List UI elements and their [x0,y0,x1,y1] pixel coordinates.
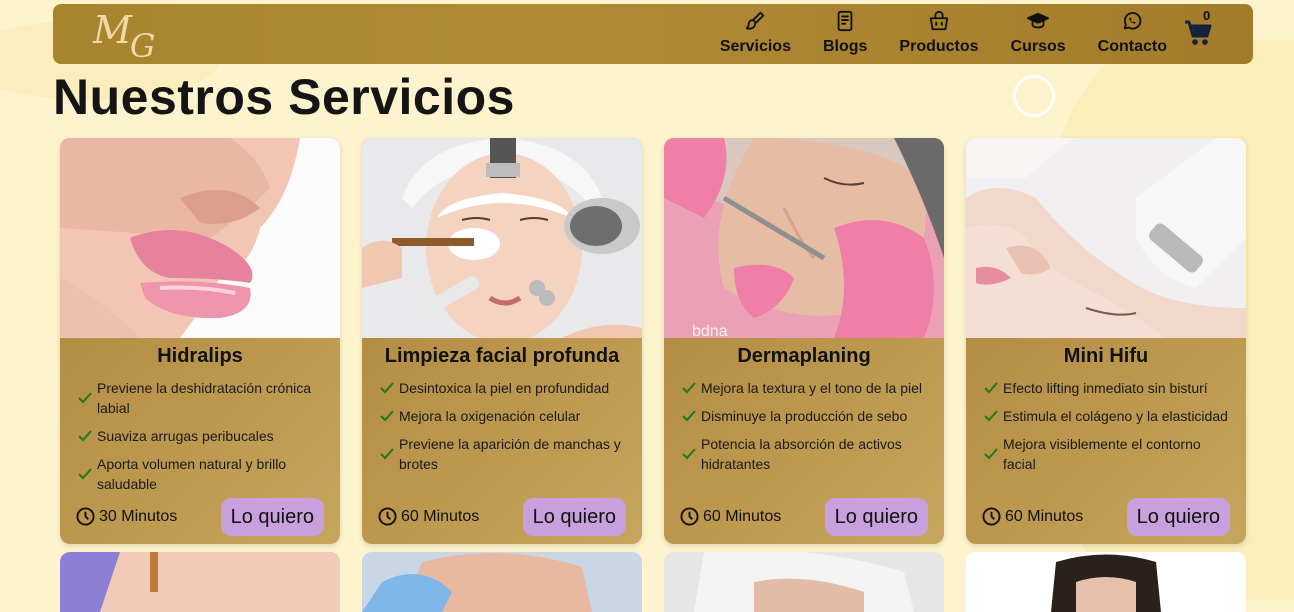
logo-letter-g: G [129,27,158,65]
clock-icon [982,507,1001,526]
service-title: Hidralips [157,345,243,367]
benefit-text: Disminuye la producción de sebo [701,408,908,424]
check-icon [682,410,696,422]
benefit-item: Previene la aparición de manchas y brote… [380,434,626,474]
benefit-item: Mejora la textura y el tono de la piel [682,378,928,398]
check-icon [78,468,92,480]
benefit-item: Mejora visiblemente el contorno facial [984,434,1230,474]
nav-item-blogs[interactable]: Blogs [823,10,867,56]
duration-text: 60 Minutos [703,507,782,525]
lo-quiero-button[interactable]: Lo quiero [522,498,626,536]
check-icon [78,430,92,442]
clock-icon [76,507,95,526]
service-card-partial [966,552,1246,612]
check-icon [984,382,998,394]
service-image-mini-hifu [966,138,1246,338]
nav-label: Productos [899,38,979,55]
service-title: Limpieza facial profunda [384,345,620,367]
navbar: MG Servicios Blogs Productos Cursos Cont… [53,4,1253,65]
benefit-text: Efecto lifting inmediato sin bisturí [1003,380,1208,396]
check-icon [984,448,998,460]
clock-icon [378,507,397,526]
benefit-text: Suaviza arrugas peribucales [97,428,274,444]
decorative-ring [1013,75,1055,117]
duration: 60 Minutos [378,507,479,526]
service-card-dermaplaning: bdna Dermaplaning Mejora la textura y el… [664,138,944,544]
nav-label: Blogs [822,38,868,55]
check-icon [984,410,998,422]
benefit-text: Estimula el colágeno y la elasticidad [1003,408,1228,424]
benefit-list: Efecto lifting inmediato sin bisturí Est… [966,378,1246,474]
check-icon [380,448,394,460]
benefit-text: Mejora la textura y el tono de la piel [701,380,923,396]
check-icon [682,448,696,460]
nav-item-productos[interactable]: Productos [899,10,979,56]
benefit-item: Potencia la absorción de activos hidrata… [682,434,928,474]
cart-button[interactable] [1184,18,1212,53]
benefit-text: Potencia la absorción de activos hidrata… [701,436,902,472]
benefit-item: Disminuye la producción de sebo [682,406,928,426]
service-title: Dermaplaning [737,345,871,367]
duration: 60 Minutos [982,507,1083,526]
graduation-cap-icon [1027,12,1050,29]
bag-icon [929,10,949,31]
services-grid-row-2 [60,552,1246,612]
service-card-limpieza-facial: Limpieza facial profunda Desintoxica la … [362,138,642,544]
benefit-list: Mejora la textura y el tono de la piel D… [664,378,944,474]
nav-label: Cursos [1010,38,1066,55]
benefit-item: Aporta volumen natural y brillo saludabl… [78,454,324,494]
logo[interactable]: MG [93,8,161,65]
service-card-mini-hifu: Mini Hifu Efecto lifting inmediato sin b… [966,138,1246,544]
duration-text: 60 Minutos [401,507,480,525]
benefit-text: Mejora visiblemente el contorno facial [1003,436,1201,472]
duration-text: 30 Minutos [99,507,178,525]
service-title: Mini Hifu [1063,345,1149,367]
benefit-text: Previene la aparición de manchas y brote… [399,436,621,472]
brush-icon [746,11,765,30]
nav-item-cursos[interactable]: Cursos [1011,10,1066,56]
benefit-item: Suaviza arrugas peribucales [78,426,324,446]
service-image-facial-cleansing [362,138,642,338]
service-card-partial [362,552,642,612]
benefit-list: Desintoxica la piel en profundidad Mejor… [362,378,642,474]
logo-letter-m: M [93,8,134,52]
check-icon [380,382,394,394]
nav-label: Servicios [719,38,791,55]
nav-item-servicios[interactable]: Servicios [720,10,791,56]
svg-text:bdna: bdna [692,323,728,338]
check-icon [78,392,92,404]
service-card-partial [664,552,944,612]
book-icon [837,10,853,32]
service-card-partial [60,552,340,612]
benefit-item: Previene la deshidratación crónica labia… [78,378,324,418]
check-icon [380,410,394,422]
benefit-text: Previene la deshidratación crónica labia… [97,380,312,416]
benefit-item: Desintoxica la piel en profundidad [380,378,626,398]
clock-icon [680,507,699,526]
lo-quiero-button[interactable]: Lo quiero [824,498,928,536]
benefit-item: Efecto lifting inmediato sin bisturí [984,378,1230,398]
benefit-list: Previene la deshidratación crónica labia… [60,378,340,494]
nav-item-contacto[interactable]: Contacto [1098,10,1167,56]
cart-count-badge: 0 [1203,8,1211,23]
service-image-lips [60,138,340,338]
whatsapp-icon [1124,12,1142,30]
lo-quiero-button[interactable]: Lo quiero [1126,498,1230,536]
duration-text: 60 Minutos [1005,507,1084,525]
nav-label: Contacto [1097,38,1167,55]
benefit-text: Desintoxica la piel en profundidad [399,380,610,396]
nav-menu: Servicios Blogs Productos Cursos Contact… [720,10,1167,56]
benefit-item: Mejora la oxigenación celular [380,406,626,426]
benefit-item: Estimula el colágeno y la elasticidad [984,406,1230,426]
service-card-hidralips: Hidralips Previene la deshidratación cró… [60,138,340,544]
duration: 30 Minutos [76,507,177,526]
duration: 60 Minutos [680,507,781,526]
benefit-text: Aporta volumen natural y brillo saludabl… [97,456,287,492]
services-grid: Hidralips Previene la deshidratación cró… [60,138,1246,544]
service-image-dermaplaning: bdna [664,138,944,338]
lo-quiero-button[interactable]: Lo quiero [220,498,324,536]
page-title: Nuestros Servicios [53,69,515,125]
benefit-text: Mejora la oxigenación celular [399,408,581,424]
check-icon [682,382,696,394]
